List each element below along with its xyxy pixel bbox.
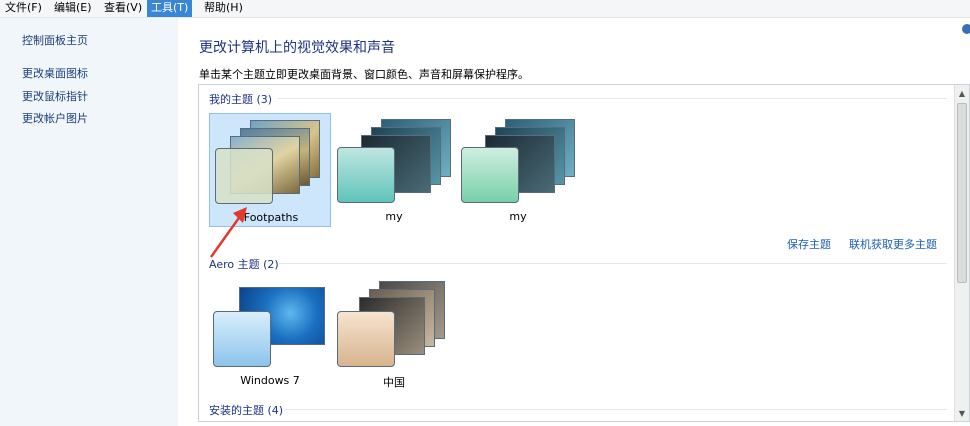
theme-tile-windows-7[interactable]: Windows 7 bbox=[209, 277, 331, 391]
theme-preview-window bbox=[461, 147, 519, 203]
page-description: 单击某个主题立即更改桌面背景、窗口颜色、声音和屏幕保护程序。 bbox=[199, 68, 529, 81]
group-header-aero-themes: Aero 主题 (2) bbox=[209, 258, 279, 271]
sidebar-link-mouse-pointers[interactable]: 更改鼠标指针 bbox=[22, 88, 88, 104]
sidebar-link-account-picture[interactable]: 更改帐户图片 bbox=[22, 110, 88, 126]
save-theme-link[interactable]: 保存主题 bbox=[787, 236, 831, 252]
group-divider bbox=[285, 409, 947, 410]
scrollbar-thumb[interactable] bbox=[957, 103, 967, 283]
group-divider bbox=[279, 263, 947, 264]
theme-name: Footpaths bbox=[243, 211, 299, 224]
sidebar-link-desktop-icons[interactable]: 更改桌面图标 bbox=[22, 65, 88, 81]
group-divider bbox=[277, 98, 947, 99]
menu-edit[interactable]: 编辑(E) bbox=[50, 0, 96, 17]
sidebar-link-control-panel-home[interactable]: 控制面板主页 bbox=[22, 32, 88, 48]
scroll-down-icon[interactable]: ▼ bbox=[955, 407, 969, 421]
menu-view[interactable]: 查看(V) bbox=[100, 0, 146, 17]
theme-preview-window bbox=[213, 311, 271, 367]
menu-help[interactable]: 帮助(H) bbox=[200, 0, 247, 17]
menu-file[interactable]: 文件(F) bbox=[1, 0, 46, 17]
theme-tile-my[interactable]: my bbox=[457, 113, 579, 227]
get-more-themes-link[interactable]: 联机获取更多主题 bbox=[849, 236, 937, 252]
theme-tile-footpaths[interactable]: Footpaths bbox=[209, 113, 331, 227]
menu-bar: 文件(F) 编辑(E) 查看(V) 工具(T) 帮助(H) bbox=[0, 0, 970, 18]
theme-list-panel: 我的主题 (3) Footpaths my my 保存主题 联机获取更多主题 A… bbox=[198, 84, 970, 422]
page-title: 更改计算机上的视觉效果和声音 bbox=[199, 40, 395, 56]
theme-preview-window bbox=[337, 311, 395, 367]
group-header-installed-themes: 安装的主题 (4) bbox=[209, 404, 284, 417]
theme-name: 中国 bbox=[383, 376, 405, 389]
theme-name: Windows 7 bbox=[240, 374, 300, 387]
vertical-scrollbar[interactable]: ▲ ▼ bbox=[954, 85, 969, 421]
theme-preview-window bbox=[337, 147, 395, 203]
theme-tile-china[interactable]: 中国 bbox=[333, 277, 455, 391]
theme-name: my bbox=[385, 210, 403, 223]
theme-name: my bbox=[509, 210, 527, 223]
scroll-up-icon[interactable]: ▲ bbox=[955, 87, 969, 101]
group-header-my-themes: 我的主题 (3) bbox=[209, 93, 273, 106]
sidebar: 控制面板主页 更改桌面图标 更改鼠标指针 更改帐户图片 bbox=[0, 18, 178, 426]
help-icon[interactable] bbox=[962, 24, 970, 34]
theme-preview-window bbox=[215, 148, 273, 204]
menu-tools[interactable]: 工具(T) bbox=[147, 0, 193, 17]
theme-tile-my[interactable]: my bbox=[333, 113, 455, 227]
